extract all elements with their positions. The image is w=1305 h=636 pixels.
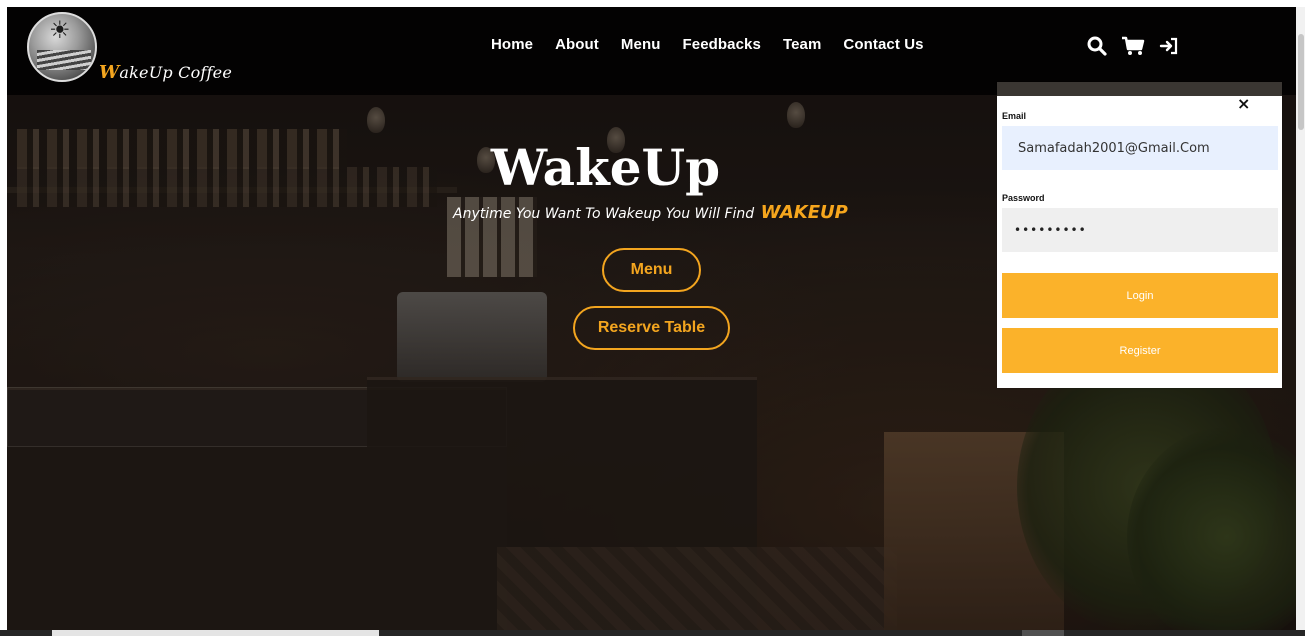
hero-title-text: WakeUp (490, 138, 721, 197)
reserve-table-button[interactable]: Reserve Table (573, 306, 730, 350)
register-button[interactable]: Register (1002, 328, 1278, 373)
search-icon[interactable] (1087, 36, 1107, 56)
login-icon[interactable] (1159, 36, 1179, 56)
cart-icon[interactable] (1121, 36, 1145, 56)
logo-icon[interactable] (27, 12, 97, 82)
password-field[interactable]: ••••••••• (1002, 208, 1278, 252)
horizontal-scroll-thumb[interactable] (52, 630, 379, 636)
nav-feedbacks[interactable]: Feedbacks (682, 36, 760, 53)
scroll-marker (1022, 630, 1064, 636)
brand-initial: W (99, 62, 120, 83)
tagline-accent: WAKEUP (760, 202, 848, 223)
nav-home[interactable]: Home (491, 36, 533, 53)
email-field[interactable]: Samafadah2001@Gmail.Com (1002, 126, 1278, 170)
nav-team[interactable]: Team (783, 36, 821, 53)
nav-about[interactable]: About (555, 36, 599, 53)
email-label: Email (1002, 111, 1027, 121)
header-icons (1087, 36, 1179, 56)
vertical-scroll-thumb[interactable] (1298, 34, 1304, 130)
password-label: Password (1002, 193, 1045, 203)
menu-button[interactable]: Menu (602, 248, 701, 292)
tagline-text: Anytime You Want To Wakeup You Will Find (453, 206, 755, 222)
main-nav: Home About Menu Feedbacks Team Contact U… (491, 36, 924, 53)
login-panel: × Email Samafadah2001@Gmail.Com Password… (997, 82, 1282, 388)
login-button[interactable]: Login (1002, 273, 1278, 318)
brand-rest: akeUp Coffee (119, 63, 232, 82)
close-button[interactable]: × (1237, 94, 1250, 113)
nav-contact-us[interactable]: Contact Us (843, 36, 923, 53)
brand-name[interactable]: WakeUp Coffee (99, 62, 232, 83)
nav-menu[interactable]: Menu (621, 36, 661, 53)
hero-tagline: Anytime You Want To Wakeup You Will Find… (453, 202, 848, 223)
